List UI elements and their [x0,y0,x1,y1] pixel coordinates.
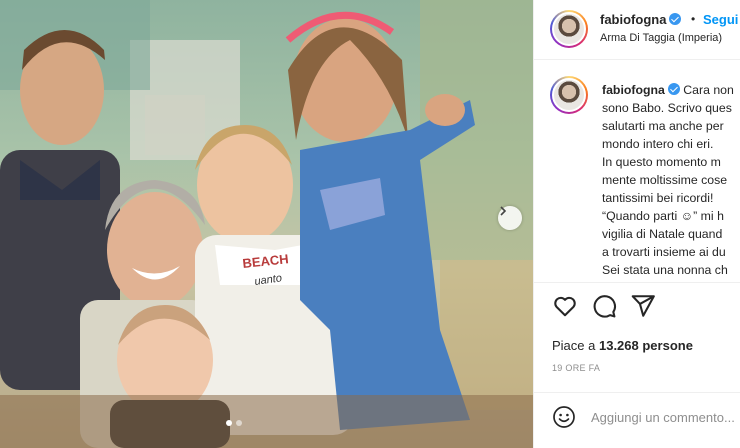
comment-icon [593,295,616,318]
like-button[interactable] [552,293,578,319]
caption-avatar[interactable] [550,76,588,114]
comment-bar [534,392,740,448]
likes-suffix: persone [638,338,693,353]
next-photo-button[interactable] [498,206,522,230]
caption-line: salutarti ma anche per [602,119,724,133]
emoji-icon [553,406,575,428]
caption-text: fabiofogna Cara non sono Babo. Scrivo qu… [602,81,740,279]
comment-input[interactable] [591,406,740,428]
caption-line: vigilia di Natale quand [602,227,723,241]
username-link[interactable]: fabiofogna [600,12,666,27]
follow-button[interactable]: Segui [703,12,738,27]
caption-line: In questo momento m [602,155,721,169]
verified-badge-icon [669,13,682,25]
caption-line: tantissimi bei ricordi! [602,191,714,205]
emoji-button[interactable] [552,405,576,429]
post-photo[interactable]: BEACH uanto [0,0,533,448]
post-side-panel: fabiofogna • Segui Arma Di Taggia (Imper… [533,0,740,448]
header-username[interactable]: fabiofogna [600,11,682,29]
carousel-indicator [226,420,242,426]
caption-line: mente moltissime cose [602,173,728,187]
caption-line: Cara non [683,83,734,97]
caption-line: “Quando parti ☺” mi h [602,209,724,223]
likes-number: 13.268 [598,338,639,353]
family-photo-illustration: BEACH uanto [0,0,533,448]
carousel-dot-active [226,420,232,426]
caption-username[interactable]: fabiofogna [602,83,665,97]
location-link[interactable]: Arma Di Taggia (Imperia) [600,32,722,44]
post-header: fabiofogna • Segui Arma Di Taggia (Imper… [534,0,740,60]
verified-badge-icon [667,83,680,95]
heart-icon [554,296,576,317]
caption-line: a trovarti insieme ai du [602,245,726,259]
chevron-right-icon [500,206,507,216]
action-bar: Piace a 13.268 persone 19 ORE FA [534,282,740,392]
post-timestamp[interactable]: 19 ORE FA [552,363,600,373]
likes-count[interactable]: Piace a 13.268 persone [552,338,693,353]
caption-area: fabiofogna Cara non sono Babo. Scrivo qu… [534,61,740,281]
likes-prefix: Piace a [552,338,599,353]
share-button[interactable] [630,293,656,319]
caption-line: sono Babo. Scrivo ques [602,101,732,115]
avatar[interactable] [550,10,588,48]
header-separator: • [691,12,696,26]
carousel-dot [236,420,242,426]
share-icon [631,295,655,317]
caption-line: Sei stata una nonna ch [602,263,728,277]
caption-line: mondo intero chi eri. [602,137,714,151]
comment-button[interactable] [591,293,617,319]
